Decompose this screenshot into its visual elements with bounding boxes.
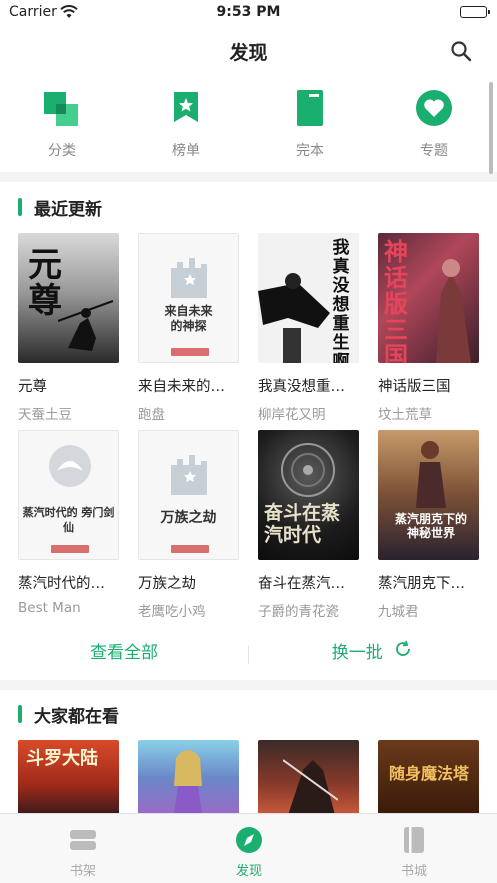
book-cover: 神话版三国	[378, 233, 479, 363]
cover-title: 来自未来 的神探	[164, 304, 213, 333]
book-cover: 来自未来 的神探	[138, 233, 239, 363]
cover-title: 神话版三国	[384, 237, 408, 364]
book-card[interactable]: 蒸汽朋克下的神秘世界 蒸汽朋克下… 九城君	[378, 430, 479, 620]
book-title: 奋斗在蒸汽…	[258, 576, 345, 592]
page-title: 发现	[229, 42, 268, 64]
quick-item-ranking[interactable]: 榜单	[141, 82, 231, 160]
finished-book-icon	[290, 88, 330, 128]
book-author: 子爵的青花瓷	[258, 604, 339, 620]
book-card[interactable]: 随身魔法塔	[378, 740, 479, 815]
book-cover: 我真没想重生啊	[258, 233, 359, 363]
quick-item-label: 完本	[296, 143, 324, 159]
book-author: 柳岸花又明	[258, 407, 326, 423]
book-title: 蒸汽时代的…	[18, 576, 105, 592]
search-icon[interactable]	[449, 39, 473, 63]
quick-item-label: 专题	[420, 143, 448, 159]
cover-title: 斗罗大陆	[26, 748, 98, 769]
book-title: 蒸汽朋克下…	[378, 576, 465, 592]
cover-title: 随身魔法塔	[388, 764, 469, 783]
topic-heart-icon	[414, 88, 454, 128]
section-divider	[0, 680, 497, 690]
tab-label: 发现	[235, 864, 262, 879]
cover-title: 我真没想重生啊	[332, 238, 350, 364]
book-card[interactable]: 斗罗大陆	[18, 740, 119, 815]
cover-title: 万族之劫	[160, 510, 217, 526]
book-author: 九城君	[378, 604, 419, 620]
tab-bookshelf[interactable]: 书架	[0, 814, 166, 883]
cover-title: 蒸汽时代的 旁门剑仙	[22, 506, 115, 534]
section-marker	[18, 705, 22, 723]
book-author: 天蚕土豆	[18, 407, 72, 423]
tab-label: 书城	[400, 864, 427, 879]
category-icon	[42, 88, 82, 128]
section-title-text: 大家都在看	[34, 706, 119, 727]
publisher-logo	[51, 545, 89, 553]
book-author: 坟土荒草	[378, 407, 432, 423]
book-card[interactable]	[138, 740, 239, 815]
quick-item-label: 分类	[48, 143, 76, 159]
book-cover: 元尊	[18, 233, 119, 363]
book-author: 跑盘	[138, 407, 165, 423]
refresh-icon	[394, 636, 412, 670]
book-cover: 蒸汽朋克下的神秘世界	[378, 430, 479, 560]
book-card[interactable]: 蒸汽时代的 旁门剑仙 蒸汽时代的… Best Man	[18, 430, 119, 616]
book-cover: 万族之劫	[138, 430, 239, 560]
refresh-batch-button[interactable]: 换一批	[248, 636, 496, 670]
tab-discover[interactable]: 发现	[166, 814, 332, 883]
book-card[interactable]: 神话版三国 神话版三国 坟土荒草	[378, 233, 479, 423]
book-card[interactable]: 元尊 元尊 天蚕土豆	[18, 233, 119, 423]
clock: 9:53 PM	[216, 4, 281, 20]
book-cover: 奋斗在蒸汽时代	[258, 430, 359, 560]
tab-bookstore[interactable]: 书城	[331, 814, 497, 883]
quick-entry-bar: 分类 榜单 完本 专题	[0, 82, 497, 162]
book-cover: 蒸汽时代的 旁门剑仙	[18, 430, 119, 560]
scrollbar[interactable]	[489, 82, 493, 174]
book-card[interactable]: 我真没想重生啊 我真没想重… 柳岸花又明	[258, 233, 359, 423]
book-card[interactable]: 奋斗在蒸汽时代 奋斗在蒸汽… 子爵的青花瓷	[258, 430, 359, 620]
book-author: Best Man	[18, 600, 81, 616]
tab-label: 书架	[69, 864, 96, 879]
book-title: 万族之劫	[138, 576, 196, 592]
section-title-recent: 最近更新	[18, 196, 102, 220]
cover-title: 奋斗在蒸汽时代	[264, 502, 341, 546]
book-title: 来自未来的…	[138, 379, 225, 395]
book-author: 老鹰吃小鸡	[138, 604, 206, 620]
section-title-popular: 大家都在看	[18, 703, 119, 727]
ranking-icon	[166, 88, 206, 128]
tab-bar: 书架 发现 书城	[0, 813, 497, 883]
compass-icon	[235, 826, 263, 854]
book-card[interactable]: 来自未来 的神探 来自未来的… 跑盘	[138, 233, 239, 423]
section-marker	[18, 198, 22, 216]
battery-icon	[460, 6, 490, 18]
quick-item-label: 榜单	[172, 143, 200, 159]
cover-title: 蒸汽朋克下的神秘世界	[394, 512, 467, 540]
quick-item-finished[interactable]: 完本	[265, 82, 355, 160]
quick-item-category[interactable]: 分类	[17, 82, 107, 160]
view-all-button[interactable]: 查看全部	[0, 636, 248, 670]
section-divider	[0, 172, 497, 182]
section-actions: 查看全部 换一批	[0, 636, 497, 670]
bookshelf-icon	[69, 826, 97, 854]
publisher-logo	[171, 545, 209, 553]
book-title: 我真没想重…	[258, 379, 345, 395]
book-title: 神话版三国	[378, 379, 451, 395]
status-bar: Carrier 9:53 PM	[0, 0, 497, 26]
bookstore-icon	[400, 826, 428, 854]
book-card[interactable]: 万族之劫 万族之劫 老鹰吃小鸡	[138, 430, 239, 620]
book-cover	[258, 740, 359, 815]
quick-item-topic[interactable]: 专题	[389, 82, 479, 160]
book-cover: 随身魔法塔	[378, 740, 479, 815]
nav-bar: 发现	[0, 26, 497, 74]
book-card[interactable]	[258, 740, 359, 815]
refresh-batch-label: 换一批	[331, 643, 383, 663]
book-title: 元尊	[18, 379, 47, 395]
book-cover	[138, 740, 239, 815]
publisher-logo	[171, 348, 209, 356]
book-cover: 斗罗大陆	[18, 740, 119, 815]
section-title-text: 最近更新	[34, 199, 102, 220]
